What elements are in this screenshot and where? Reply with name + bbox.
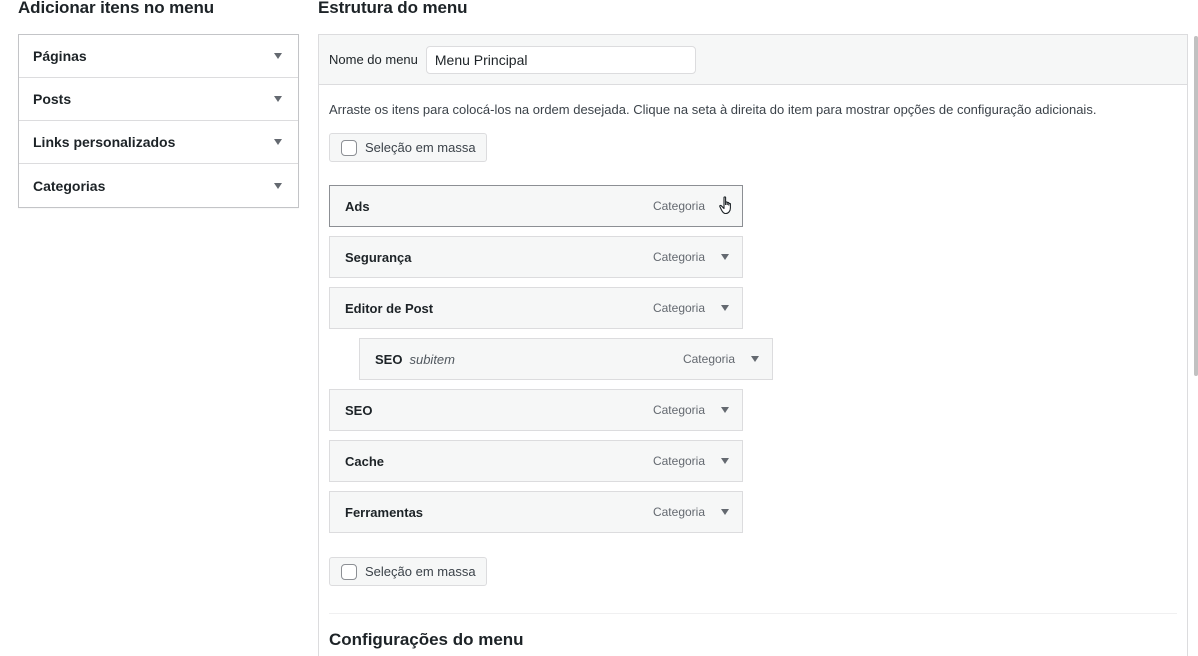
menu-item[interactable]: Cache Categoria	[329, 440, 743, 482]
menu-structure-panel: Nome do menu Arraste os itens para coloc…	[318, 34, 1188, 656]
menu-item-type: Categoria	[652, 505, 705, 519]
add-items-title: Adicionar itens no menu	[18, 0, 215, 17]
triangle-down-icon[interactable]	[274, 182, 282, 189]
menu-item-title: Segurança	[345, 249, 412, 265]
menu-item-type: Categoria	[682, 352, 735, 366]
menu-item-title: Editor de Post	[345, 300, 434, 316]
divider	[329, 613, 1177, 614]
accordion-categories[interactable]: Categorias	[19, 164, 298, 207]
menu-item-type: Categoria	[652, 199, 705, 213]
bulk-select-checkbox[interactable]	[341, 563, 357, 580]
menu-structure-title: Estrutura do menu	[318, 0, 468, 17]
menu-item-title: Ads	[345, 198, 370, 214]
triangle-down-icon[interactable]	[721, 254, 729, 260]
menu-item[interactable]: SEO Categoria	[329, 389, 743, 431]
subitem-label: subitem	[409, 351, 455, 367]
menu-settings-title: Configurações do menu	[329, 630, 524, 649]
menu-item[interactable]: Segurança Categoria	[329, 236, 743, 278]
menu-item[interactable]: Editor de Post Categoria	[329, 287, 743, 329]
drag-instructions: Arraste os itens para colocá-los na orde…	[329, 102, 1097, 117]
menu-name-label: Nome do menu	[329, 52, 418, 67]
accordion-custom-links[interactable]: Links personalizados	[19, 121, 298, 164]
triangle-down-icon[interactable]	[751, 356, 759, 362]
triangle-down-icon[interactable]	[721, 458, 729, 464]
menu-item-title: Cache	[345, 453, 385, 469]
triangle-down-icon[interactable]	[274, 53, 282, 59]
menu-item-type: Categoria	[652, 454, 705, 468]
menu-item[interactable]: Ads Categoria	[329, 185, 743, 227]
accordion-label: Links personalizados	[33, 134, 176, 150]
triangle-down-icon[interactable]	[721, 305, 729, 311]
bulk-select-label: Seleção em massa	[365, 140, 476, 155]
bulk-select-button[interactable]: Seleção em massa	[329, 557, 487, 586]
menu-item[interactable]: Ferramentas Categoria	[329, 491, 743, 533]
menu-item-title: SEO	[345, 402, 373, 418]
menu-header: Nome do menu	[319, 35, 1187, 85]
menu-item-title: Ferramentas	[345, 504, 424, 520]
accordion-label: Posts	[33, 91, 72, 107]
triangle-down-icon[interactable]	[721, 509, 729, 515]
page-scrollbar[interactable]	[1194, 36, 1198, 376]
bulk-select-checkbox[interactable]	[341, 139, 357, 156]
menu-item-type: Categoria	[652, 250, 705, 264]
add-items-accordion: Páginas Posts Links personalizados Categ…	[18, 34, 299, 208]
accordion-posts[interactable]: Posts	[19, 78, 298, 121]
triangle-down-icon[interactable]	[721, 407, 729, 413]
menu-subitem[interactable]: SEO subitem Categoria	[359, 338, 773, 380]
bulk-select-button[interactable]: Seleção em massa	[329, 133, 487, 162]
accordion-label: Categorias	[33, 177, 106, 194]
triangle-down-icon[interactable]	[274, 96, 282, 102]
accordion-pages[interactable]: Páginas	[19, 35, 298, 78]
menu-item-title: SEO	[375, 351, 403, 367]
menu-item-type: Categoria	[652, 403, 705, 417]
triangle-down-icon[interactable]	[274, 139, 282, 145]
accordion-label: Páginas	[33, 48, 87, 64]
hand-pointer-icon	[719, 196, 731, 215]
bulk-select-label: Seleção em massa	[365, 564, 476, 579]
menu-item-type: Categoria	[652, 301, 705, 315]
menu-name-input[interactable]	[425, 45, 696, 74]
